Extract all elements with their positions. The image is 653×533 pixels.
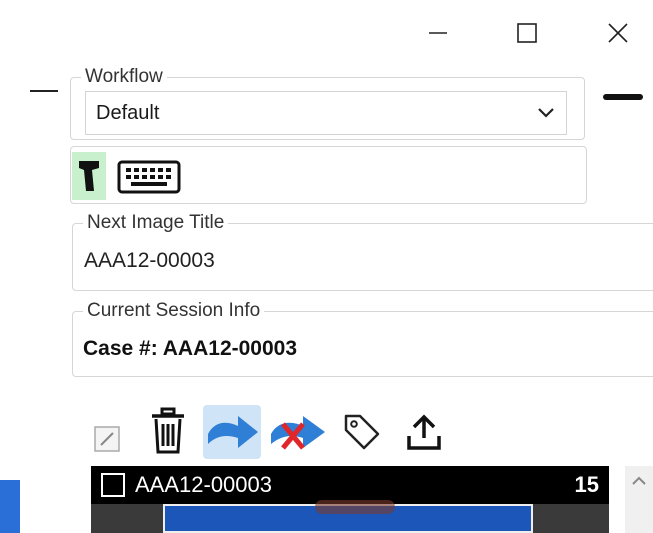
tag-button[interactable]: [340, 410, 384, 454]
image-strip-title: AAA12-00003: [135, 472, 272, 497]
chevron-up-icon[interactable]: [625, 466, 653, 496]
image-thumbnail[interactable]: [163, 500, 533, 533]
thumbnail-content: [315, 500, 395, 514]
cancel-send-icon: [271, 416, 325, 450]
workflow-select[interactable]: Default: [85, 91, 567, 135]
edit-icon: [94, 426, 120, 452]
collapse-left-handle[interactable]: [30, 90, 58, 92]
maximize-button[interactable]: [507, 13, 547, 53]
maximize-icon: [517, 23, 537, 43]
workflow-legend: Workflow: [81, 66, 167, 88]
edit-button[interactable]: [90, 422, 124, 456]
image-count: 15: [574, 472, 599, 497]
minimize-button[interactable]: [418, 13, 458, 53]
current-session-info-legend: Current Session Info: [83, 300, 265, 322]
input-mode-group: [70, 146, 587, 204]
send-arrow-icon: [208, 416, 258, 448]
workflow-group: Workflow Default: [70, 66, 585, 140]
keyboard-icon: [117, 160, 181, 193]
delete-button[interactable]: [145, 405, 191, 457]
image-thumbnail-frame: [91, 500, 609, 533]
upload-icon: [407, 414, 441, 450]
barcode-scanner-button[interactable]: [72, 152, 106, 200]
keyboard-button[interactable]: [116, 159, 182, 194]
chevron-down-icon: [538, 108, 554, 118]
close-button[interactable]: [598, 13, 638, 53]
barcode-scanner-icon: [79, 161, 99, 191]
tag-icon: [344, 414, 380, 450]
close-icon: [608, 23, 628, 43]
minimize-icon: [429, 32, 447, 34]
collapse-right-handle[interactable]: [603, 94, 643, 100]
next-image-title-legend: Next Image Title: [83, 212, 229, 234]
next-image-title-group: Next Image Title AAA12-00003: [72, 212, 653, 291]
current-session-info-group: Current Session Info Case #: AAA12-00003: [72, 300, 653, 377]
next-image-title-input[interactable]: AAA12-00003: [84, 249, 215, 273]
cancel-send-button[interactable]: [268, 405, 328, 459]
workflow-selected-value: Default: [96, 101, 160, 124]
left-panel-edge: [0, 480, 20, 533]
image-select-checkbox[interactable]: [101, 473, 125, 497]
case-number: Case #: AAA12-00003: [83, 337, 298, 360]
vertical-scrollbar[interactable]: [625, 466, 653, 533]
trash-icon: [152, 407, 184, 454]
send-button[interactable]: [203, 405, 261, 459]
image-strip-header: AAA12-00003 15: [91, 466, 609, 504]
upload-button[interactable]: [403, 412, 445, 454]
